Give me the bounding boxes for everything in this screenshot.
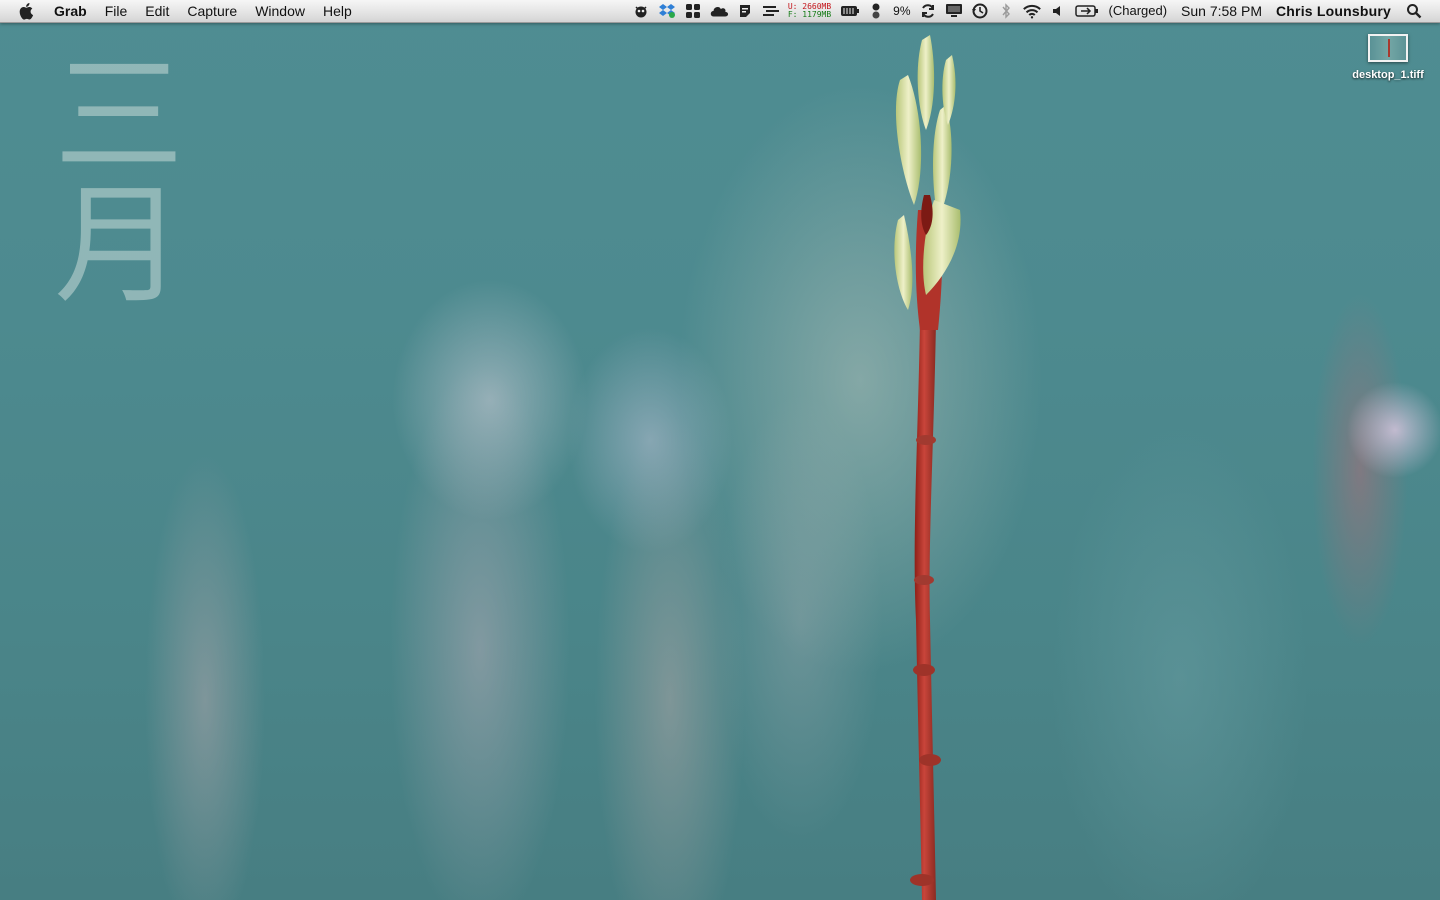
volume-icon[interactable]: [1048, 0, 1068, 22]
time-machine-icon[interactable]: [970, 0, 990, 22]
display-icon[interactable]: [944, 0, 964, 22]
gremlin-icon[interactable]: [631, 0, 651, 22]
dropbox-icon[interactable]: [657, 0, 677, 22]
evernote-icon[interactable]: [735, 0, 755, 22]
desktop-file-label: desktop_1.tiff: [1352, 69, 1424, 81]
sync-status-icon[interactable]: [761, 0, 781, 22]
user-menu[interactable]: Chris Lounsbury: [1270, 0, 1401, 22]
memory-free: F: 1179MB: [787, 10, 832, 19]
dashboard-icon[interactable]: [683, 0, 703, 22]
apple-menu-icon[interactable]: [18, 2, 36, 20]
menu-file[interactable]: File: [96, 0, 137, 22]
battery-status[interactable]: (Charged): [1103, 0, 1174, 22]
menu-window[interactable]: Window: [246, 0, 314, 22]
wallpaper-calligraphy: 三月: [32, 46, 184, 306]
menu-clock[interactable]: Sun 7:58 PM: [1173, 0, 1270, 22]
desktop: Grab File Edit Capture Window Help U: 26…: [0, 0, 1440, 900]
app-menu-grab[interactable]: Grab: [50, 0, 96, 22]
spotlight-icon[interactable]: [1404, 0, 1424, 22]
cpu-meter-icon[interactable]: [866, 0, 886, 22]
wallpaper-branch: [894, 35, 961, 900]
memory-meter[interactable]: U: 2660MB F: 1179MB: [788, 3, 831, 19]
sync-icon[interactable]: [918, 0, 938, 22]
wifi-icon[interactable]: [1022, 0, 1042, 22]
menu-edit[interactable]: Edit: [136, 0, 178, 22]
menu-capture[interactable]: Capture: [178, 0, 246, 22]
cpu-percent[interactable]: 9%: [889, 0, 914, 22]
bluetooth-icon[interactable]: [996, 0, 1016, 22]
battery-gauge-icon[interactable]: [840, 0, 860, 22]
cloud-icon[interactable]: [709, 0, 729, 22]
menu-help[interactable]: Help: [314, 0, 361, 22]
image-thumbnail-icon: [1368, 34, 1408, 62]
battery-icon[interactable]: [1074, 0, 1100, 22]
menu-bar: Grab File Edit Capture Window Help U: 26…: [0, 0, 1440, 23]
desktop-file-icon[interactable]: desktop_1.tiff: [1342, 34, 1434, 81]
